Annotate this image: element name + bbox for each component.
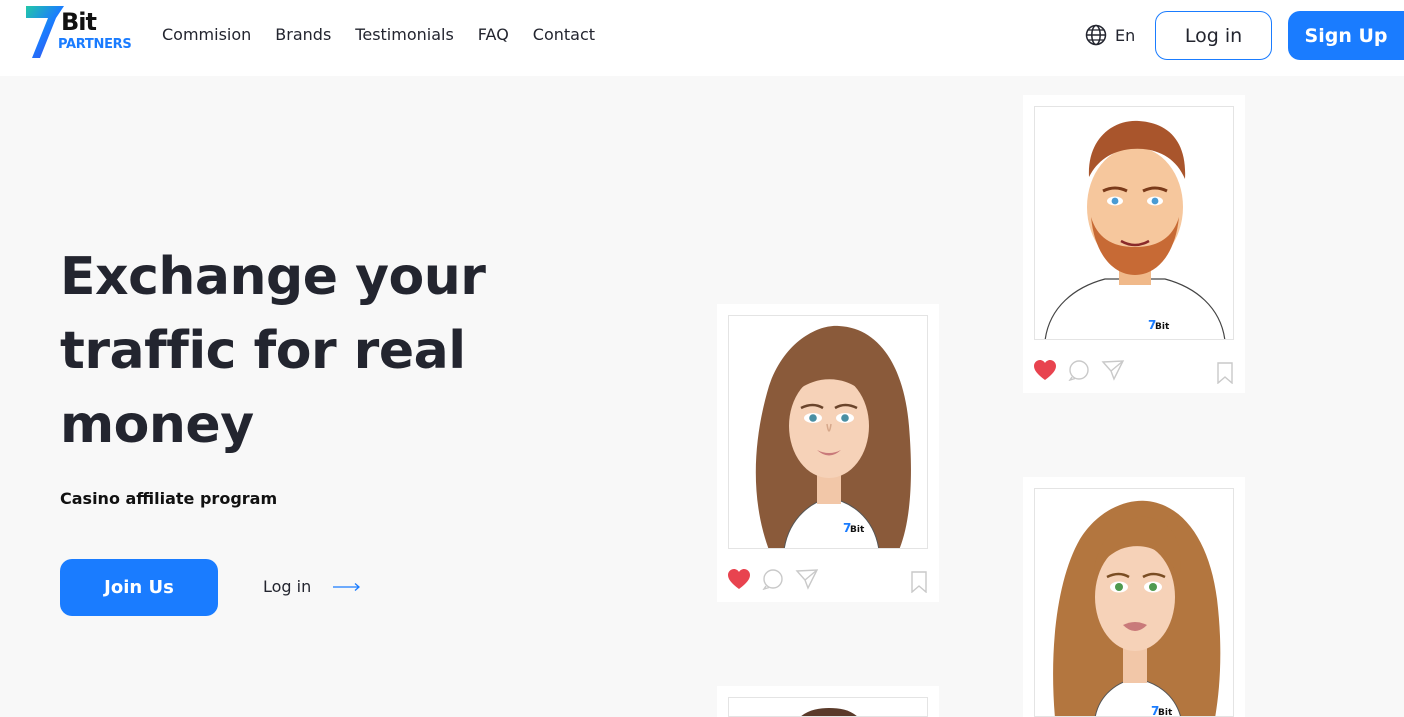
svg-text:Bit: Bit [850,525,865,535]
bookmark-icon[interactable] [1216,362,1234,384]
card-avatar-frame: 7 Bit [1034,488,1234,717]
nav-commision[interactable]: Commision [162,25,251,44]
comment-icon[interactable] [761,568,785,590]
language-selector[interactable]: En [1085,24,1135,46]
card-actions [727,568,819,590]
hero-login-label: Log in [263,577,312,596]
avatar-illustration: 7 Bit [755,325,911,548]
language-label: En [1115,25,1136,45]
send-icon[interactable] [1101,359,1125,381]
avatar-illustration: 7 Bit [1053,500,1221,717]
arrow-right-icon [333,582,361,591]
testimonial-card [717,686,939,717]
brand-logo[interactable]: Bit PARTNERS [26,4,142,60]
nav-brands[interactable]: Brands [275,25,331,44]
main-nav: Commision Brands Testimonials FAQ Contac… [162,25,619,44]
nav-faq[interactable]: FAQ [478,25,509,44]
logo-partners-text: PARTNERS [58,37,132,52]
globe-icon [1085,24,1107,46]
header-login-button[interactable]: Log in [1155,11,1272,60]
site-header: Bit PARTNERS Commision Brands Testimonia… [0,0,1404,76]
comment-icon[interactable] [1067,359,1091,381]
avatar-illustration [801,708,857,716]
bookmark-icon[interactable] [910,571,928,593]
hero-subtitle: Casino affiliate program [60,489,278,508]
avatar-illustration: 7 Bit [1044,120,1226,339]
heart-icon[interactable] [727,568,751,590]
card-avatar-frame [728,697,928,717]
testimonial-card: 7 Bit [717,304,939,602]
join-us-button[interactable]: Join Us [60,559,218,616]
svg-text:Bit: Bit [1155,322,1170,332]
testimonial-card: 7 Bit [1023,477,1245,717]
hero-login-link[interactable]: Log in [263,577,361,596]
card-actions [1033,359,1125,381]
card-avatar-frame: 7 Bit [728,315,928,549]
nav-contact[interactable]: Contact [533,25,595,44]
svg-text:Bit: Bit [1158,708,1173,717]
send-icon[interactable] [795,568,819,590]
testimonial-card: 7 Bit [1023,95,1245,393]
nav-testimonials[interactable]: Testimonials [355,25,454,44]
logo-bit-text: Bit [61,8,97,36]
card-avatar-frame: 7 Bit [1034,106,1234,340]
hero-title: Exchange your traffic for real money [60,247,486,455]
heart-icon[interactable] [1033,359,1057,381]
header-signup-button[interactable]: Sign Up [1288,11,1404,60]
